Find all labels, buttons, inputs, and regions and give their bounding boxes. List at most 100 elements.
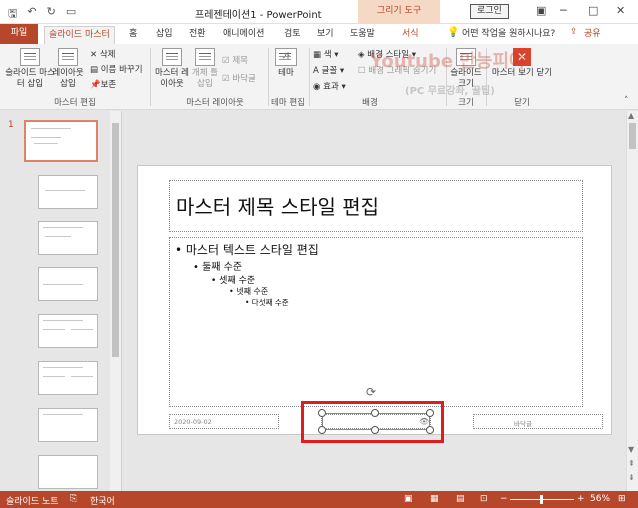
status-bar: 슬라이드 노트 ⎘ 한국어 ▣ ▦ ▤ ⊡ − + 56% ⊞ xyxy=(0,491,638,508)
footer-checkbox[interactable]: ☑ 바닥글 xyxy=(222,72,256,84)
scroll-up-icon[interactable]: ▲ xyxy=(628,111,634,120)
fonts-dropdown[interactable]: A 글꼴 ▾ xyxy=(313,64,344,76)
bullet-level-2: • 둘째 수준 xyxy=(193,262,243,273)
accessibility-icon[interactable]: ⎘ xyxy=(70,494,77,504)
colors-icon: ▦ xyxy=(313,50,324,60)
scroll-thumb[interactable] xyxy=(112,123,119,357)
previous-slide-icon[interactable]: ⇞ xyxy=(628,459,635,468)
tab-home[interactable]: 홈 xyxy=(125,26,141,44)
tab-transitions[interactable]: 전환 xyxy=(185,26,210,44)
scroll-down-icon[interactable]: ▼ xyxy=(628,445,634,454)
layout-thumbnail[interactable] xyxy=(38,408,98,442)
thumbnail-line xyxy=(43,284,83,285)
tab-slide-master[interactable]: 슬라이드 마스터 xyxy=(44,26,115,44)
fit-to-window-icon[interactable]: ⊞ xyxy=(618,494,626,504)
tab-view[interactable]: 보기 xyxy=(313,26,338,44)
slide-thumbnail-pane: 1 xyxy=(0,111,122,491)
master-thumbnail[interactable] xyxy=(24,120,98,162)
tab-animations[interactable]: 애니메이션 xyxy=(219,26,268,44)
master-layout-button[interactable]: 마스터 레이아웃 xyxy=(153,48,191,90)
close-button[interactable]: ✕ xyxy=(616,4,625,17)
quick-access-toolbar: 🖫 ↶ ↻ ▭ xyxy=(8,5,76,24)
zoom-slider-thumb[interactable] xyxy=(540,495,543,504)
delete-icon: ✕ xyxy=(90,50,100,60)
tab-review[interactable]: 검토 xyxy=(280,26,305,44)
group-label-edit-theme: 테마 편집 xyxy=(271,98,305,108)
title-bar: 🖫 ↶ ↻ ▭ 프레젠테이션1 - PowerPoint 그리기 도구 로그인 … xyxy=(0,0,638,24)
zoom-out-icon[interactable]: − xyxy=(500,494,508,504)
login-button[interactable]: 로그인 xyxy=(470,4,509,19)
layout-thumbnail[interactable] xyxy=(38,455,98,489)
canvas-scrollbar[interactable]: ▲ ▼ ⇞ ⇟ xyxy=(626,111,638,491)
drawing-tools-context-label: 그리기 도구 xyxy=(358,0,440,24)
zoom-in-icon[interactable]: + xyxy=(577,494,585,504)
themes-icon: 가 xyxy=(275,48,297,66)
tab-format[interactable]: 서식 xyxy=(398,26,423,44)
watermark-line2: (PC 무료강좌, 꿀팁) xyxy=(405,86,495,97)
scroll-thumb[interactable] xyxy=(629,123,636,149)
ribbon-display-icon[interactable]: ▣ xyxy=(536,4,546,17)
redo-icon[interactable]: ↻ xyxy=(47,5,56,24)
highlight-annotation-box xyxy=(301,401,444,443)
thumbnail-line xyxy=(45,236,71,237)
next-slide-icon[interactable]: ⇟ xyxy=(628,473,635,482)
slide-number-text: 바닥글 xyxy=(514,420,532,428)
zoom-level[interactable]: 56% xyxy=(590,494,610,504)
thumbnail-line xyxy=(34,143,58,144)
restore-button[interactable]: □ xyxy=(588,4,598,17)
effects-icon: ◉ xyxy=(313,82,324,92)
present-icon[interactable]: ▭ xyxy=(66,5,76,24)
thumbnail-line xyxy=(31,128,71,129)
slide-sorter-icon[interactable]: ▦ xyxy=(430,494,439,504)
title-placeholder[interactable]: 마스터 제목 스타일 편집 xyxy=(169,180,583,232)
insert-layout-button[interactable]: 레이아웃 삽입 xyxy=(50,48,86,90)
preserve-button[interactable]: 📌보존 xyxy=(90,78,116,90)
colors-dropdown[interactable]: ▦ 색 ▾ xyxy=(313,48,339,60)
group-label-background: 배경 xyxy=(362,98,378,108)
normal-view-icon[interactable]: ▣ xyxy=(404,494,413,504)
bullet-level-1: • 마스터 텍스트 스타일 편집 xyxy=(175,243,319,257)
date-placeholder[interactable]: 2020-09-02 xyxy=(169,414,279,429)
rename-button[interactable]: ▤ 이름 바꾸기 xyxy=(90,63,143,75)
layout-thumbnail[interactable] xyxy=(38,267,98,301)
rotate-handle-icon[interactable]: ⟳ xyxy=(366,385,376,399)
thumbnail-line xyxy=(71,376,93,377)
thumbnail-line xyxy=(31,137,61,138)
slide-master-icon xyxy=(20,48,40,66)
body-placeholder[interactable]: • 마스터 텍스트 스타일 편집 • 둘째 수준 • 셋째 수준 • 넷째 수준… xyxy=(169,237,583,407)
layout-thumbnail[interactable] xyxy=(38,175,98,209)
title-checkbox[interactable]: ☑ 제목 xyxy=(222,54,248,66)
delete-button[interactable]: ✕ 삭제 xyxy=(90,48,115,60)
undo-icon[interactable]: ↶ xyxy=(27,5,36,24)
tab-help[interactable]: 도움말 xyxy=(346,26,379,44)
thumbnail-line xyxy=(43,320,83,321)
tab-insert[interactable]: 삽입 xyxy=(152,26,177,44)
group-label-size: 크기 xyxy=(458,98,474,108)
layout-thumbnail[interactable] xyxy=(38,361,98,395)
tell-me-search[interactable]: 어떤 작업을 원하시나요? xyxy=(458,26,559,44)
tab-file[interactable]: 파일 xyxy=(0,24,38,44)
background-styles-icon: ◈ xyxy=(358,50,368,60)
themes-button[interactable]: 가 테마 xyxy=(272,48,300,79)
thumbnail-scrollbar[interactable] xyxy=(110,111,121,491)
minimize-button[interactable]: ─ xyxy=(560,4,567,17)
ribbon-separator xyxy=(150,48,151,106)
layout-thumbnail[interactable] xyxy=(38,221,98,255)
ribbon-separator xyxy=(309,48,310,106)
slide-number-placeholder[interactable]: 바닥글 xyxy=(473,414,603,429)
insert-placeholder-button[interactable]: 개체 틀 삽입 xyxy=(190,48,220,90)
thumbnail-line xyxy=(43,367,83,368)
bullet-level-4: • 넷째 수준 xyxy=(229,287,269,296)
effects-dropdown[interactable]: ◉ 효과 ▾ xyxy=(313,80,346,92)
slideshow-icon[interactable]: ⊡ xyxy=(480,494,488,504)
save-icon[interactable]: 🖫 xyxy=(8,5,17,24)
share-button[interactable]: 공유 xyxy=(580,26,605,44)
group-label-close: 닫기 xyxy=(514,98,530,108)
reading-view-icon[interactable]: ▤ xyxy=(456,494,465,504)
layout-thumbnail[interactable] xyxy=(38,314,98,348)
collapse-ribbon-icon[interactable]: ˄ xyxy=(624,96,629,106)
fonts-icon: A xyxy=(313,66,322,76)
watermark-line1: Youtube 만능피아 xyxy=(370,51,526,72)
group-label-edit-master: 마스터 편집 xyxy=(54,98,96,108)
slide-notes-label: 슬라이드 노트 xyxy=(6,497,59,507)
